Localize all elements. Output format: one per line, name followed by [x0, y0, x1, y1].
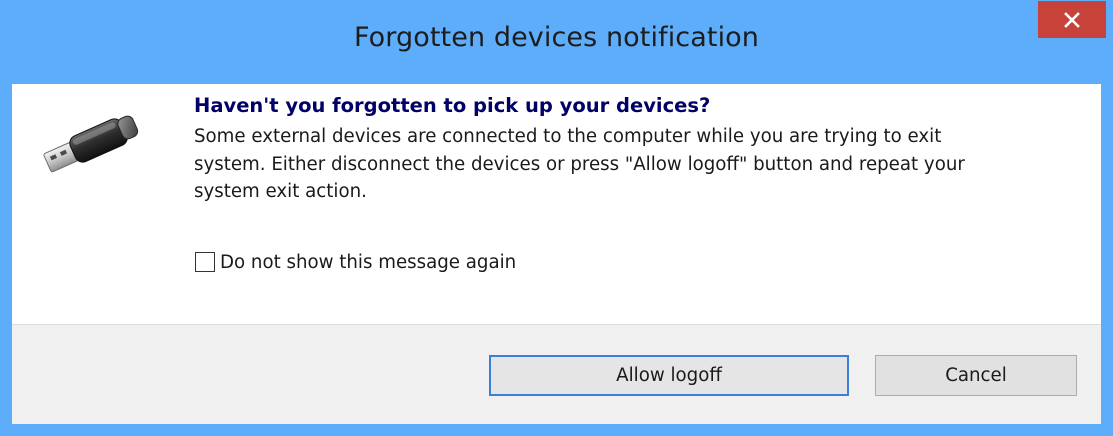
do-not-show-checkbox[interactable] — [195, 252, 215, 272]
dialog-message: Some external devices are connected to t… — [194, 123, 1074, 206]
window-title: Forgotten devices notification — [353, 22, 760, 53]
do-not-show-label[interactable]: Do not show this message again — [220, 252, 516, 273]
cancel-button[interactable]: Cancel — [875, 355, 1077, 396]
message-line: system. Either disconnect the devices or… — [194, 153, 965, 175]
message-line: system exit action. — [194, 181, 367, 202]
button-bar: Allow logoff Cancel — [12, 324, 1101, 424]
dialog-window: Forgotten devices notification Haven't y… — [0, 0, 1113, 436]
close-icon — [1064, 11, 1080, 28]
do-not-show-checkbox-row[interactable]: Do not show this message again — [195, 250, 516, 274]
message-line: Some external devices are connected to t… — [194, 126, 942, 147]
content-area: Haven't you forgotten to pick up your de… — [12, 84, 1101, 324]
allow-logoff-button[interactable]: Allow logoff — [489, 355, 849, 396]
dialog-body: Haven't you forgotten to pick up your de… — [12, 84, 1101, 424]
close-button[interactable] — [1038, 1, 1106, 38]
dialog-heading: Haven't you forgotten to pick up your de… — [194, 94, 711, 117]
titlebar[interactable]: Forgotten devices notification — [0, 0, 1113, 84]
usb-drive-icon — [43, 115, 139, 173]
